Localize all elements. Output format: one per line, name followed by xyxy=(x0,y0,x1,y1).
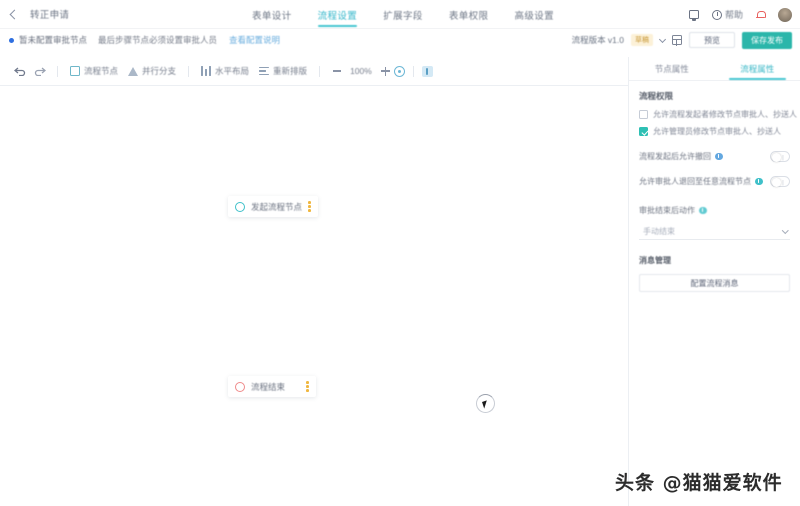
top-header-bar: 转正申请 表单设计 流程设置 扩展字段 表单权限 高级设置 帮助 xyxy=(0,0,800,29)
tab-flow-properties[interactable]: 流程属性 xyxy=(715,57,800,80)
align-vertical-icon xyxy=(259,66,269,76)
status-badge: 草稿 xyxy=(631,34,653,46)
zoom-level: 100% xyxy=(350,66,372,76)
redo-arrow-icon xyxy=(34,66,46,76)
notice-subtext: 最后步骤节点必须设置审批人员 xyxy=(98,34,217,46)
toggle-withdraw-left: 流程发起后允许撤回 xyxy=(639,151,723,162)
mouse-cursor-icon xyxy=(482,400,489,408)
start-node-icon xyxy=(235,202,245,212)
monitor-icon xyxy=(689,10,699,19)
fullscreen-icon[interactable] xyxy=(422,66,433,77)
checkbox-admin-label: 允许管理员修改节点审批人、抄送人 xyxy=(653,126,781,137)
toolbar-flow-node[interactable]: 流程节点 xyxy=(65,61,123,81)
monitor-button[interactable] xyxy=(689,10,699,19)
info-icon-end-action[interactable] xyxy=(699,207,707,215)
toggle-rollback[interactable]: 丨 xyxy=(770,176,790,187)
locate-target-icon[interactable] xyxy=(394,66,405,77)
toolbar-align-horizontal[interactable]: 水平布局 xyxy=(196,61,254,81)
loading-spinner-icon xyxy=(476,394,495,413)
chevron-down-icon-select xyxy=(782,227,788,233)
flow-node-end-label: 流程结束 xyxy=(251,381,285,393)
flow-node-end[interactable]: 流程结束 xyxy=(228,376,316,397)
toolbar-branch[interactable]: 并行分支 xyxy=(123,61,181,81)
tab-form-permissions[interactable]: 表单权限 xyxy=(449,0,489,29)
info-icon-rollback[interactable] xyxy=(755,178,763,186)
toggle-row-rollback: 允许审批人退回至任意流程节点 丨 xyxy=(639,176,790,187)
app-root: 转正申请 表单设计 流程设置 扩展字段 表单权限 高级设置 帮助 暂未配置审批节… xyxy=(0,0,800,506)
checkbox-initiator-label: 允许流程发起者修改节点审批人、抄送人 xyxy=(653,109,797,120)
help-button[interactable]: 帮助 xyxy=(712,8,743,21)
toolbar-divider xyxy=(57,66,58,77)
toggle-withdraw-label: 流程发起后允许撤回 xyxy=(639,151,711,162)
version-label: 流程版本 v1.0 xyxy=(572,34,624,46)
preview-button[interactable]: 预览 xyxy=(689,32,735,48)
toolbar-align-horizontal-label: 水平布局 xyxy=(215,65,249,77)
toolbar-divider-4 xyxy=(413,66,414,77)
toolbar-flow-node-label: 流程节点 xyxy=(84,65,118,77)
zoom-control: 100% xyxy=(333,66,390,76)
toggle-rollback-left: 允许审批人退回至任意流程节点 xyxy=(639,176,763,187)
select-end-action[interactable]: 手动结束 xyxy=(639,223,790,240)
toolbar-divider-2 xyxy=(188,66,189,77)
field-label-end-action-text: 审批结束后动作 xyxy=(639,205,695,216)
chevron-left-icon xyxy=(10,9,20,19)
section-title-messages: 消息管理 xyxy=(639,255,790,266)
version-toolbar: 流程版本 v1.0 草稿 预览 保存发布 xyxy=(572,29,792,51)
zoom-out-icon[interactable] xyxy=(333,70,341,71)
toolbar-divider-3 xyxy=(319,66,320,77)
notice-text: 暂未配置审批节点 xyxy=(19,34,87,46)
section-title-permissions: 流程权限 xyxy=(639,90,790,102)
canvas-toolbar: 流程节点 并行分支 水平布局 重新排版 100% xyxy=(0,57,628,86)
tab-node-properties[interactable]: 节点属性 xyxy=(629,57,715,80)
redo-button[interactable] xyxy=(30,61,50,81)
notification-button[interactable] xyxy=(756,10,765,19)
main-nav-tabs: 表单设计 流程设置 扩展字段 表单权限 高级设置 xyxy=(252,0,554,29)
toolbar-relayout[interactable]: 重新排版 xyxy=(254,61,312,81)
tab-extended-fields[interactable]: 扩展字段 xyxy=(383,0,423,29)
toggle-rollback-label: 允许审批人退回至任意流程节点 xyxy=(639,176,751,187)
toolbar-relayout-label: 重新排版 xyxy=(273,65,307,77)
back-button[interactable] xyxy=(0,0,26,29)
notice-link[interactable]: 查看配置说明 xyxy=(229,34,280,46)
configure-messages-button[interactable]: 配置流程消息 xyxy=(639,274,790,292)
flow-canvas[interactable]: 发起流程节点 流程结束 xyxy=(0,86,628,506)
properties-panel: 节点属性 流程属性 流程权限 允许流程发起者修改节点审批人、抄送人 允许管理员修… xyxy=(628,57,800,506)
tab-advanced-settings[interactable]: 高级设置 xyxy=(514,0,554,29)
panel-tabs: 节点属性 流程属性 xyxy=(629,57,800,81)
toggle-row-withdraw: 流程发起后允许撤回 丨 xyxy=(639,151,790,162)
tab-flow-settings[interactable]: 流程设置 xyxy=(318,0,358,29)
flow-node-start-label: 发起流程节点 xyxy=(251,201,302,213)
end-node-icon xyxy=(235,382,245,392)
flow-node-icon xyxy=(70,66,80,76)
notification-bell-icon xyxy=(756,10,765,19)
tab-form-design[interactable]: 表单设计 xyxy=(252,0,292,29)
info-icon[interactable] xyxy=(715,153,723,161)
header-actions: 帮助 xyxy=(689,0,792,29)
chevron-down-icon[interactable] xyxy=(659,35,666,42)
checkbox-row-admin[interactable]: 允许管理员修改节点审批人、抄送人 xyxy=(639,126,790,137)
avatar[interactable] xyxy=(778,8,792,22)
panel-body: 流程权限 允许流程发起者修改节点审批人、抄送人 允许管理员修改节点审批人、抄送人… xyxy=(629,81,800,292)
blue-dot-icon xyxy=(9,38,14,43)
toolbar-branch-label: 并行分支 xyxy=(142,65,176,77)
more-dots-icon[interactable] xyxy=(308,201,311,212)
field-label-end-action: 审批结束后动作 xyxy=(639,205,790,216)
select-end-action-value: 手动结束 xyxy=(643,226,675,237)
toggle-withdraw[interactable]: 丨 xyxy=(770,151,790,162)
help-icon xyxy=(712,10,722,20)
grid-icon[interactable] xyxy=(672,35,682,45)
zoom-in-icon[interactable] xyxy=(381,67,390,76)
branch-icon xyxy=(128,67,138,76)
flow-node-start[interactable]: 发起流程节点 xyxy=(228,196,318,217)
undo-button[interactable] xyxy=(10,61,30,81)
page-title: 转正申请 xyxy=(30,7,69,21)
help-label: 帮助 xyxy=(725,8,743,21)
publish-button[interactable]: 保存发布 xyxy=(742,32,792,49)
checkbox-row-initiator[interactable]: 允许流程发起者修改节点审批人、抄送人 xyxy=(639,109,790,120)
checkbox-admin[interactable] xyxy=(639,127,648,136)
more-dots-icon-end[interactable] xyxy=(306,381,309,392)
checkbox-initiator[interactable] xyxy=(639,110,648,119)
undo-arrow-icon xyxy=(14,66,26,76)
align-horizontal-icon xyxy=(201,66,211,76)
